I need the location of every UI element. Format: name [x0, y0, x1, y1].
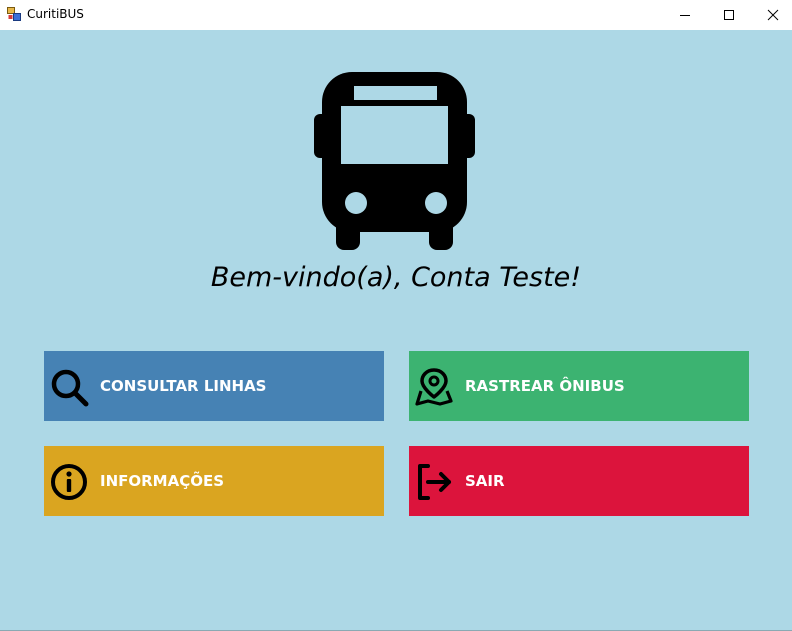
title-bar: CuritiBUS [0, 0, 792, 30]
consultar-linhas-label: CONSULTAR LINHAS [100, 377, 267, 395]
close-button[interactable] [750, 0, 792, 30]
window-title: CuritiBUS [27, 7, 84, 21]
sair-label: SAIR [465, 472, 505, 490]
bus-icon [314, 72, 475, 250]
main-panel: Bem-vindo(a), Conta Teste! CONSULTAR LIN… [0, 30, 792, 631]
minimize-icon [680, 15, 690, 16]
informacoes-label: INFORMAÇÕES [100, 472, 225, 490]
rastrear-onibus-button[interactable]: RASTREAR ÔNIBUS [409, 351, 749, 421]
welcome-message: Bem-vindo(a), Conta Teste! [210, 262, 582, 293]
rastrear-onibus-label: RASTREAR ÔNIBUS [465, 377, 625, 395]
consultar-linhas-button[interactable]: CONSULTAR LINHAS [44, 351, 384, 421]
maximize-icon [724, 10, 734, 20]
logout-icon [418, 464, 451, 500]
search-icon [51, 369, 89, 407]
info-icon [51, 464, 87, 500]
close-icon [767, 9, 779, 21]
app-window-icon[interactable] [7, 7, 21, 21]
maximize-button[interactable] [706, 0, 752, 30]
map-pin-icon [415, 368, 453, 406]
sair-button[interactable]: SAIR [409, 446, 749, 516]
minimize-button[interactable] [662, 0, 708, 30]
informacoes-button[interactable]: INFORMAÇÕES [44, 446, 384, 516]
